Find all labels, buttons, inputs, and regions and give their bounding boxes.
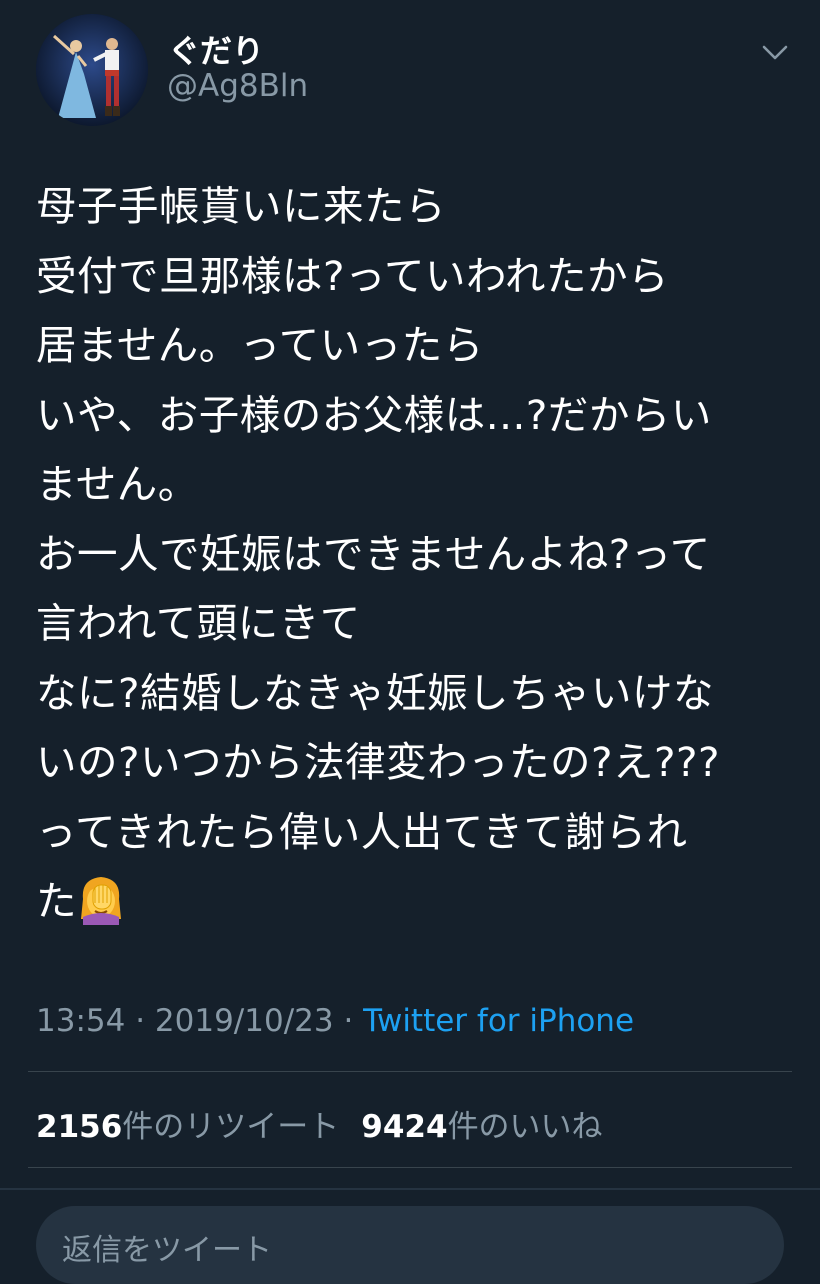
avatar-image	[36, 14, 148, 126]
tweet-meta: 13:54 · 2019/10/23 · Twitter for iPhone	[36, 1003, 634, 1039]
tweet-date: 2019/10/23	[154, 1003, 334, 1039]
avatar[interactable]	[36, 14, 148, 126]
like-count: 9424	[361, 1109, 448, 1145]
retweet-label: 件のリツイート	[122, 1109, 340, 1145]
tweet-header: ぐだり @Ag8Bln	[0, 0, 820, 140]
tweet-text: 母子手帳貰いに来たら 受付で旦那様は?っていわれたから 居ません。っていったら …	[36, 172, 796, 937]
source-link[interactable]: Twitter for iPhone	[363, 1003, 634, 1039]
handle[interactable]: @Ag8Bln	[167, 68, 308, 104]
like-label: 件のいいね	[447, 1109, 603, 1145]
tweet-time: 13:54	[36, 1003, 126, 1039]
face-palming-woman-icon	[77, 873, 125, 925]
likes-stat[interactable]: 9424件のいいね	[361, 1109, 602, 1145]
meta-separator: ·	[125, 1003, 155, 1039]
chevron-down-icon[interactable]	[760, 38, 790, 68]
display-name[interactable]: ぐだり	[168, 26, 264, 72]
retweet-count: 2156	[36, 1109, 123, 1145]
retweets-stat[interactable]: 2156件のリツイート	[36, 1109, 339, 1145]
divider	[28, 1071, 792, 1072]
divider	[28, 1167, 792, 1168]
reply-bar-separator	[0, 1188, 820, 1190]
meta-separator: ·	[333, 1003, 364, 1039]
engagement-stats: 2156件のリツイート 9424件のいいね	[36, 1101, 603, 1146]
tweet-body: 母子手帳貰いに来たら 受付で旦那様は?っていわれたから 居ません。っていったら …	[36, 182, 720, 925]
reply-input[interactable]: 返信をツイート	[36, 1206, 784, 1284]
reply-placeholder: 返信をツイート	[62, 1233, 272, 1268]
